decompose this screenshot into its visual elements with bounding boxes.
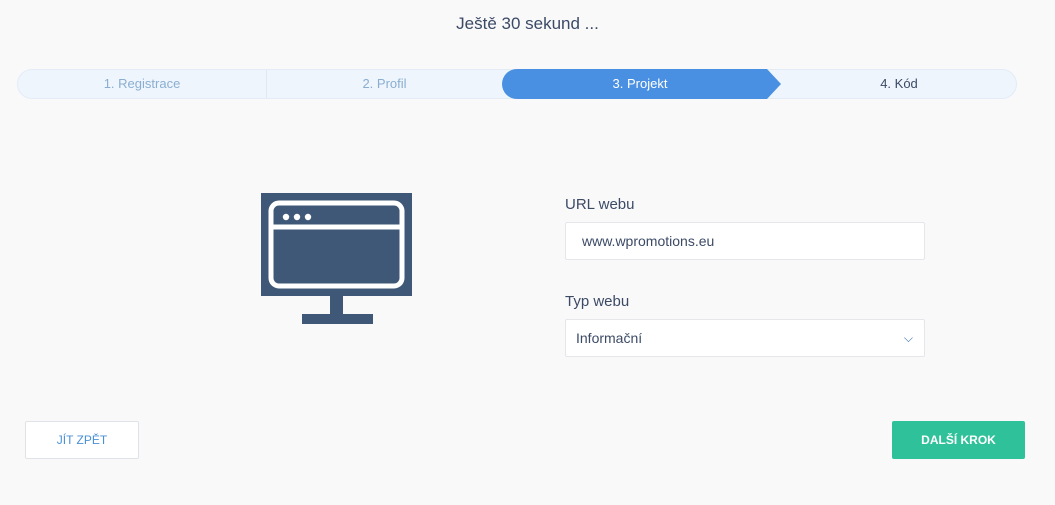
next-step-button[interactable]: DALŠÍ KROK <box>892 421 1025 459</box>
step-registrace[interactable]: 1. Registrace <box>18 70 267 98</box>
chevron-down-icon: ⌵ <box>903 331 913 345</box>
url-input-value: www.wpromotions.eu <box>582 233 715 249</box>
type-label: Typ webu <box>565 293 630 310</box>
step-kod[interactable]: 4. Kód <box>782 70 1016 98</box>
progress-stepper: 1. Registrace 2. Profil 3. Projekt 4. Kó… <box>17 69 1017 99</box>
step-projekt-active[interactable]: 3. Projekt <box>502 69 782 99</box>
type-select-value: Informační <box>576 330 643 346</box>
page: Ještě 30 sekund ... 1. Registrace 2. Pro… <box>0 0 1055 505</box>
monitor-browser-icon <box>261 193 412 329</box>
url-label: URL webu <box>565 196 635 213</box>
back-button[interactable]: JÍT ZPĚT <box>25 421 139 459</box>
step-label-projekt: 3. Projekt <box>612 76 668 91</box>
type-select[interactable]: Informační ⌵ <box>565 319 925 357</box>
page-title: Ještě 30 sekund ... <box>456 14 599 33</box>
url-input[interactable]: www.wpromotions.eu <box>565 222 925 260</box>
step-profil[interactable]: 2. Profil <box>267 70 502 98</box>
